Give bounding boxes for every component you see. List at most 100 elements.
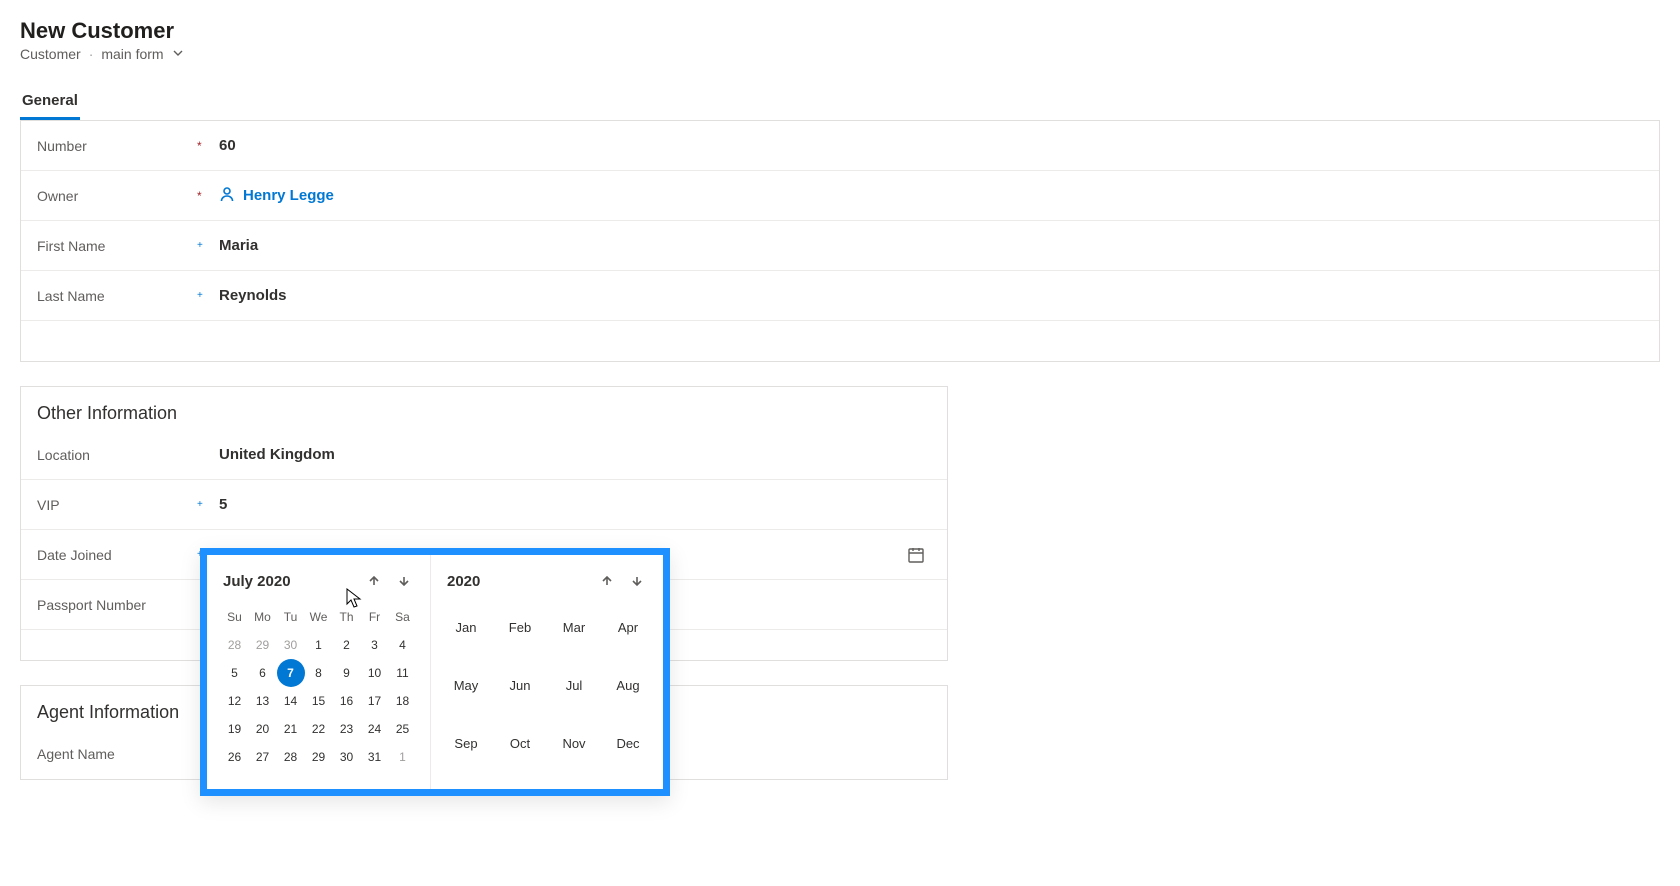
- calendar-month[interactable]: May: [441, 671, 491, 699]
- calendar-month[interactable]: Apr: [603, 613, 653, 641]
- dow-header: Fr: [361, 603, 389, 631]
- field-blank: [21, 321, 1659, 361]
- calendar-day[interactable]: 20: [249, 715, 277, 743]
- calendar-day[interactable]: 1: [389, 743, 417, 771]
- calendar-icon[interactable]: [907, 546, 925, 564]
- recommended-icon: +: [197, 241, 209, 251]
- calendar-month[interactable]: Mar: [549, 613, 599, 641]
- field-location[interactable]: Location United Kingdom: [21, 430, 947, 480]
- calendar-day[interactable]: 11: [389, 659, 417, 687]
- dow-header: Sa: [389, 603, 417, 631]
- calendar-day[interactable]: 19: [221, 715, 249, 743]
- calendar-day[interactable]: 10: [361, 659, 389, 687]
- dow-header: Th: [333, 603, 361, 631]
- field-label-owner: Owner: [37, 188, 197, 204]
- calendar-month[interactable]: Aug: [603, 671, 653, 699]
- calendar-day[interactable]: 17: [361, 687, 389, 715]
- owner-name: Henry Legge: [243, 187, 334, 204]
- breadcrumb-entity: Customer: [20, 46, 81, 62]
- calendar-day[interactable]: 1: [305, 631, 333, 659]
- field-label-agent-name: Agent Name: [37, 746, 197, 762]
- tab-general[interactable]: General: [20, 84, 80, 120]
- calendar-day[interactable]: 23: [333, 715, 361, 743]
- calendar-month[interactable]: Jun: [495, 671, 545, 699]
- field-value-vip[interactable]: 5: [219, 496, 931, 513]
- calendar-month[interactable]: Jul: [549, 671, 599, 699]
- field-value-location[interactable]: United Kingdom: [219, 446, 931, 463]
- section-heading-other: Other Information: [21, 387, 947, 430]
- field-label-vip: VIP: [37, 497, 197, 513]
- calendar-day[interactable]: 12: [221, 687, 249, 715]
- calendar-day[interactable]: 15: [305, 687, 333, 715]
- calendar-day[interactable]: 25: [389, 715, 417, 743]
- field-label-date-joined: Date Joined: [37, 547, 197, 563]
- calendar-day[interactable]: 24: [361, 715, 389, 743]
- field-label-first-name: First Name: [37, 238, 197, 254]
- calendar-day[interactable]: 3: [361, 631, 389, 659]
- field-owner[interactable]: Owner * Henry Legge: [21, 171, 1659, 221]
- year-prev-button[interactable]: [597, 571, 617, 591]
- calendar-month[interactable]: Jan: [441, 613, 491, 641]
- page-title: New Customer: [20, 18, 1660, 44]
- section-general: Number * 60 Owner * Henry Legge First Na…: [20, 121, 1660, 362]
- calendar-day[interactable]: 8: [305, 659, 333, 687]
- dow-header: Su: [221, 603, 249, 631]
- calendar-day[interactable]: 27: [249, 743, 277, 771]
- calendar-day[interactable]: 4: [389, 631, 417, 659]
- calendar-day[interactable]: 22: [305, 715, 333, 743]
- date-picker-months-grid: JanFebMarApr MayJunJulAug SepOctNovDec: [443, 603, 651, 757]
- calendar-month[interactable]: Feb: [495, 613, 545, 641]
- field-value-owner: Henry Legge: [219, 186, 1643, 206]
- field-value-last-name[interactable]: Reynolds: [219, 287, 1643, 304]
- year-next-button[interactable]: [627, 571, 647, 591]
- calendar-month[interactable]: Sep: [441, 729, 491, 757]
- calendar-day[interactable]: 16: [333, 687, 361, 715]
- calendar-day[interactable]: 30: [277, 631, 305, 659]
- required-icon: *: [197, 140, 209, 152]
- calendar-day[interactable]: 21: [277, 715, 305, 743]
- field-label-last-name: Last Name: [37, 288, 197, 304]
- calendar-day[interactable]: 28: [277, 743, 305, 771]
- form-selector[interactable]: main form: [101, 46, 163, 62]
- month-prev-button[interactable]: [364, 571, 384, 591]
- date-picker-year-title[interactable]: 2020: [447, 573, 480, 590]
- date-picker-months-pane: 2020 JanFebMarApr MayJunJulAug SepOctNovDe…: [431, 555, 663, 789]
- date-picker[interactable]: July 2020 SuMoTuWeThFrSa2829301234567891…: [200, 548, 670, 796]
- calendar-day[interactable]: 26: [221, 743, 249, 771]
- calendar-day[interactable]: 29: [249, 631, 277, 659]
- date-picker-days-pane: July 2020 SuMoTuWeThFrSa2829301234567891…: [207, 555, 431, 789]
- calendar-month[interactable]: Oct: [495, 729, 545, 757]
- calendar-day[interactable]: 31: [361, 743, 389, 771]
- calendar-day[interactable]: 18: [389, 687, 417, 715]
- required-icon: *: [197, 190, 209, 202]
- field-first-name[interactable]: First Name + Maria: [21, 221, 1659, 271]
- calendar-month[interactable]: Nov: [549, 729, 599, 757]
- calendar-day[interactable]: 5: [221, 659, 249, 687]
- calendar-day[interactable]: 9: [333, 659, 361, 687]
- tab-strip: General: [20, 84, 1660, 121]
- breadcrumb-separator-icon: ·: [89, 46, 94, 62]
- calendar-day[interactable]: 29: [305, 743, 333, 771]
- calendar-day[interactable]: 2: [333, 631, 361, 659]
- chevron-down-icon[interactable]: [172, 46, 184, 62]
- calendar-month[interactable]: Dec: [603, 729, 653, 757]
- owner-link[interactable]: Henry Legge: [219, 186, 334, 206]
- month-next-button[interactable]: [394, 571, 414, 591]
- field-label-location: Location: [37, 447, 197, 463]
- calendar-day[interactable]: 13: [249, 687, 277, 715]
- calendar-day[interactable]: 28: [221, 631, 249, 659]
- recommended-icon: +: [197, 291, 209, 301]
- calendar-day[interactable]: 14: [277, 687, 305, 715]
- field-number[interactable]: Number * 60: [21, 121, 1659, 171]
- field-vip[interactable]: VIP + 5: [21, 480, 947, 530]
- field-label-passport: Passport Number: [37, 597, 197, 613]
- field-last-name[interactable]: Last Name + Reynolds: [21, 271, 1659, 321]
- field-value-first-name[interactable]: Maria: [219, 237, 1643, 254]
- calendar-day[interactable]: 7: [277, 659, 305, 687]
- dow-header: Tu: [277, 603, 305, 631]
- calendar-day[interactable]: 6: [249, 659, 277, 687]
- field-value-number[interactable]: 60: [219, 137, 1643, 154]
- date-picker-month-title[interactable]: July 2020: [223, 573, 291, 590]
- recommended-icon: +: [197, 500, 209, 510]
- calendar-day[interactable]: 30: [333, 743, 361, 771]
